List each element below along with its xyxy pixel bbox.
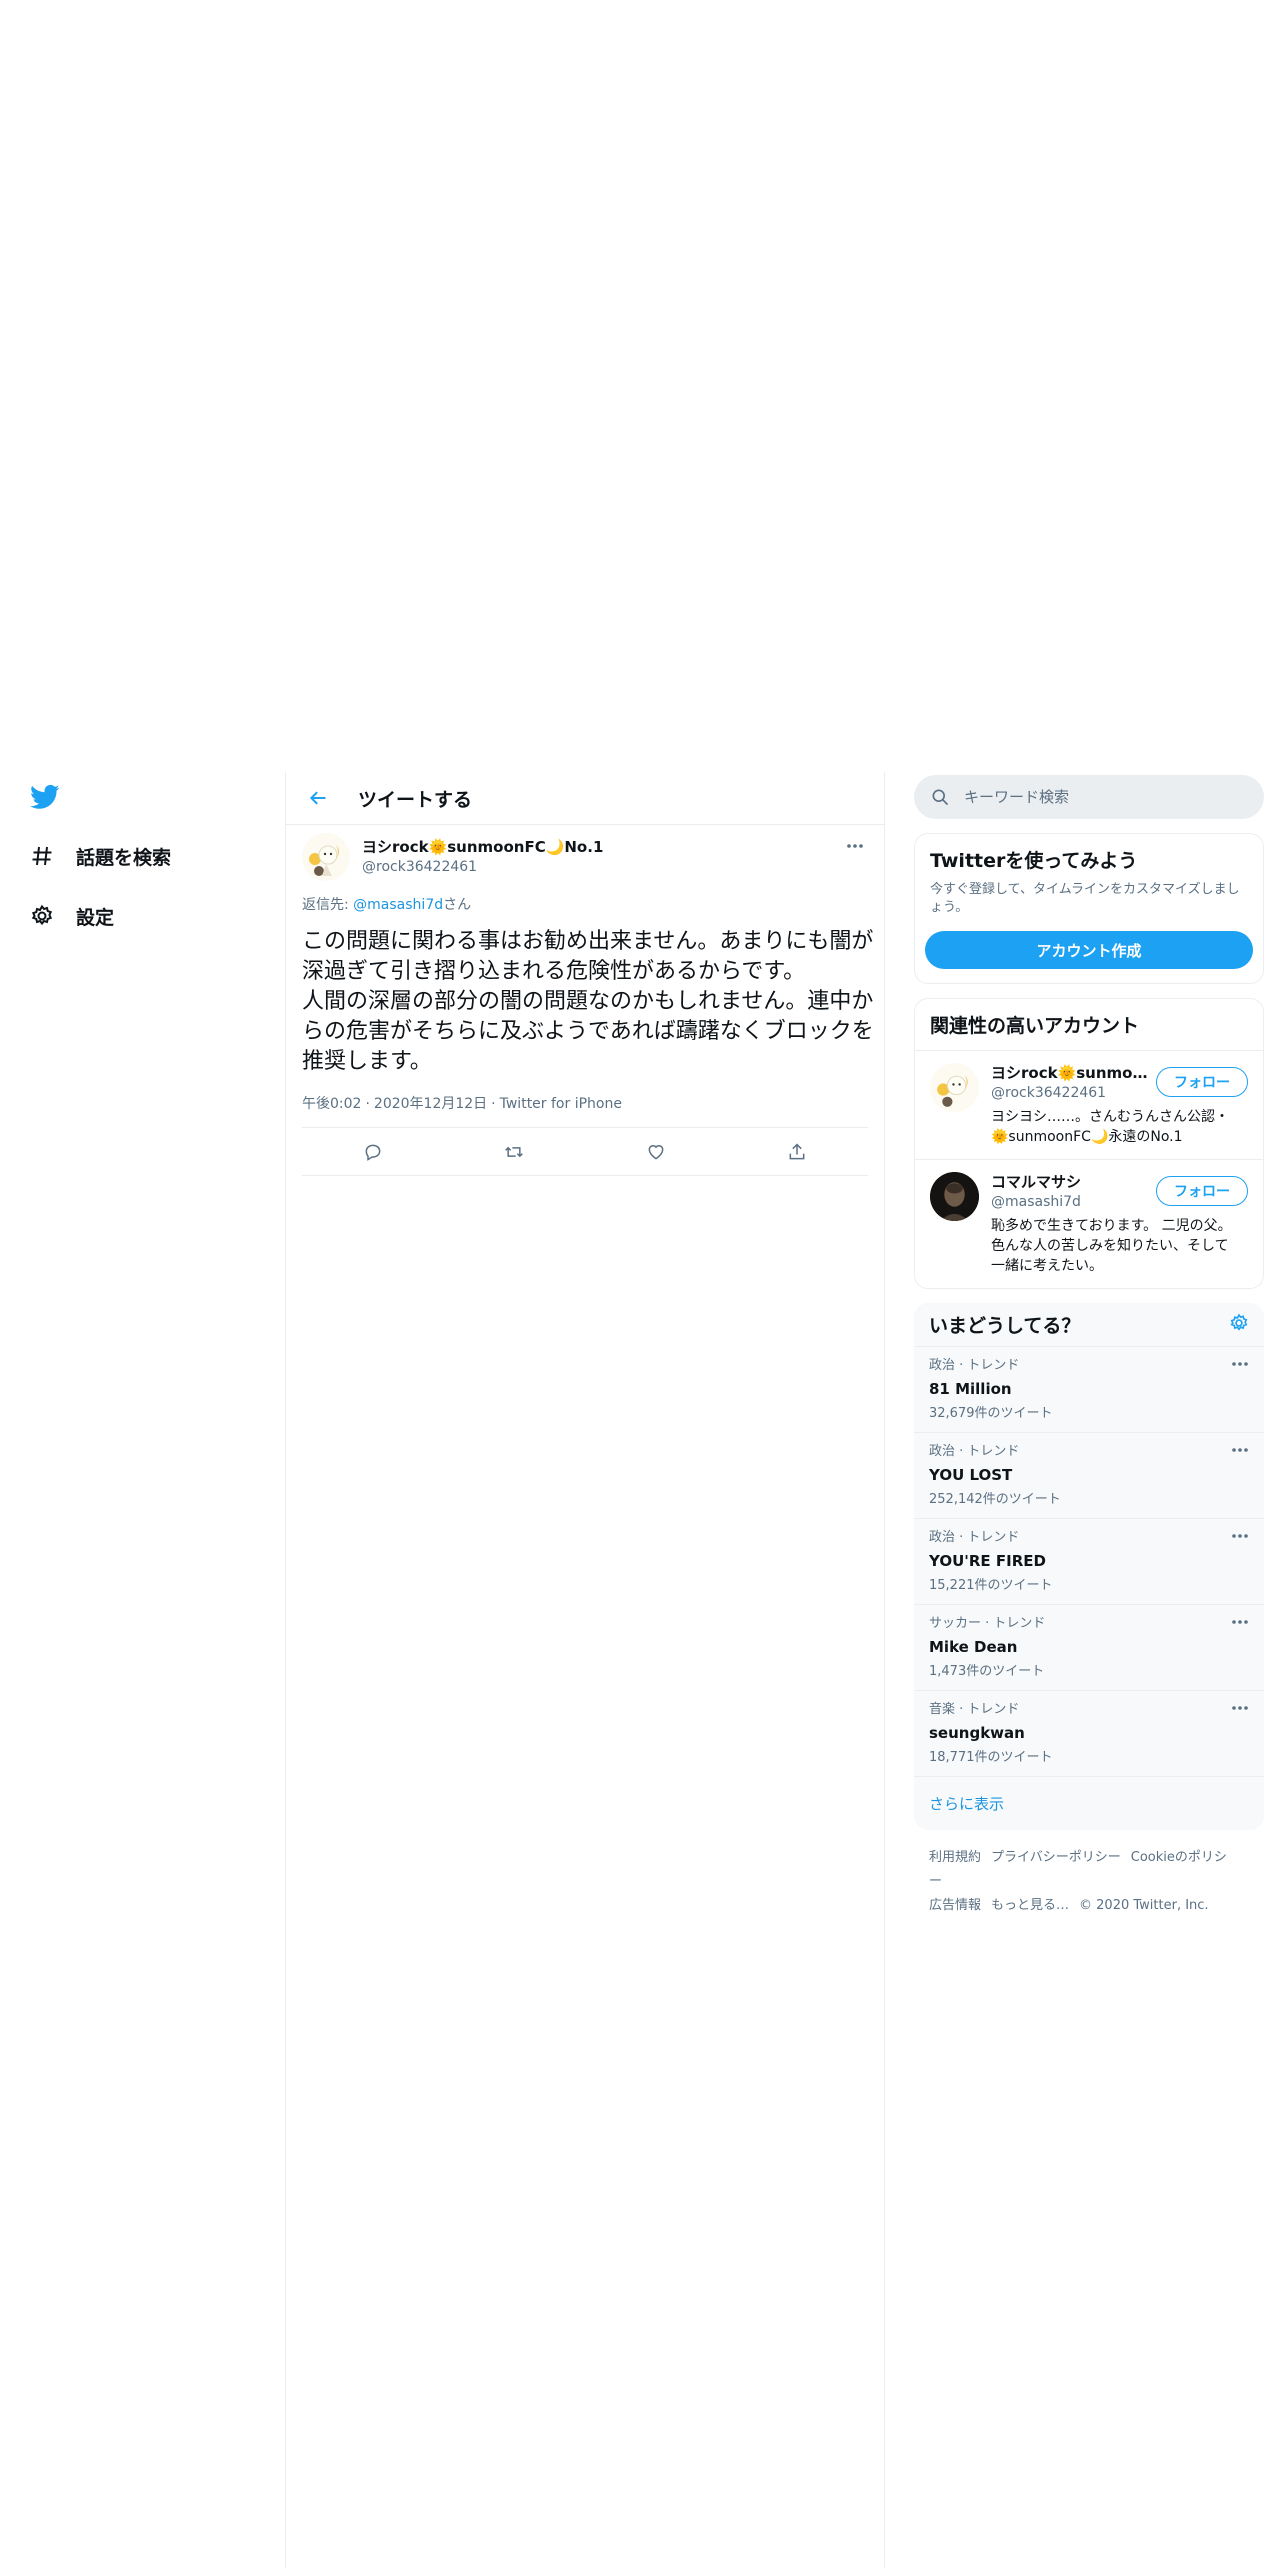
show-more-link[interactable]: さらに表示 <box>914 1777 1264 1830</box>
account-item[interactable]: コマルマサシ @masashi7d 恥多めで生きております。 二児の父。 色んな… <box>915 1159 1263 1288</box>
tweet-detail: ヨシrock🌞sunmoonFC🌙No.1 @rock36422461 返信先:… <box>286 825 884 1176</box>
gear-icon <box>28 902 56 930</box>
like-icon[interactable] <box>638 1134 674 1170</box>
trend-title: YOU'RE FIRED <box>929 1552 1046 1570</box>
signup-card: Twitterを使ってみよう 今すぐ登録して、タイムラインをカスタマイズしましょ… <box>914 833 1264 984</box>
nav-settings[interactable]: 設定 <box>28 896 114 936</box>
follow-button[interactable]: フォロー <box>1156 1176 1248 1206</box>
create-account-button[interactable]: アカウント作成 <box>925 931 1253 969</box>
trend-item[interactable]: サッカー · トレンド Mike Dean 1,473件のツイート <box>914 1605 1264 1691</box>
left-nav: 話題を検索 設定 <box>0 772 285 2568</box>
account-name: ヨシrock🌞sunmoonFC🌙No.1 <box>991 1064 1151 1082</box>
retweet-icon[interactable] <box>496 1134 532 1170</box>
trend-item[interactable]: 政治 · トレンド YOU'RE FIRED 15,221件のツイート <box>914 1519 1264 1605</box>
reply-prefix: 返信先: <box>302 897 354 913</box>
signup-title: Twitterを使ってみよう <box>930 850 1138 872</box>
footer: 利用規約 プライバシーポリシー Cookieのポリシー 広告情報 もっと見る… © 20… <box>914 1830 1264 1934</box>
more-options-icon[interactable] <box>1230 1615 1250 1629</box>
account-item[interactable]: ヨシrock🌞sunmoonFC🌙No.1 @rock36422461 ヨシヨシ… <box>915 1050 1263 1159</box>
gear-icon[interactable] <box>1229 1313 1249 1337</box>
page-title: ツイートする <box>358 788 473 811</box>
signup-description: 今すぐ登録して、タイムラインをカスタマイズしましょう。 <box>930 882 1240 915</box>
account-name: コマルマサシ <box>991 1173 1082 1191</box>
twitter-logo-icon[interactable] <box>28 782 62 812</box>
nav-settings-label: 設定 <box>76 906 115 929</box>
footer-link[interactable]: もっと見る… <box>991 1898 1069 1913</box>
tweet-date[interactable]: 2020年12月12日 <box>374 1096 487 1112</box>
reply-to: 返信先: @masashi7dさん <box>302 895 868 915</box>
avatar[interactable] <box>302 833 350 881</box>
reply-to-link[interactable]: @masashi7d <box>353 897 443 913</box>
author-display-name: ヨシrock🌞sunmoonFC🌙No.1 <box>362 838 604 856</box>
tweet-source[interactable]: Twitter for iPhone <box>500 1096 622 1112</box>
main-column: ツイートする ヨシrock🌞sunmoonFC🌙No.1 @rock364224… <box>285 772 885 2568</box>
avatar[interactable] <box>930 1172 979 1221</box>
trend-item[interactable]: 政治 · トレンド YOU LOST 252,142件のツイート <box>914 1433 1264 1519</box>
trend-category: サッカー · トレンド <box>929 1616 1046 1631</box>
trend-title: seungkwan <box>929 1724 1025 1742</box>
more-options-icon[interactable] <box>1230 1701 1250 1715</box>
footer-link[interactable]: プライバシーポリシー <box>991 1850 1121 1865</box>
trend-count: 32,679件のツイート <box>929 1406 1053 1421</box>
more-options-icon[interactable] <box>1230 1443 1250 1457</box>
trends-card: いまどうしてる？ 政治 · トレンド 81 Million 32,679件のツイ… <box>914 1303 1264 1830</box>
more-options-icon[interactable] <box>1230 1357 1250 1371</box>
tweet-actions <box>302 1128 868 1176</box>
tweet-text: この問題に関わる事はお勧め出来ません。あまりにも闇が深過ぎて引き摺り込まれる危険… <box>302 929 874 1074</box>
trend-title: YOU LOST <box>929 1466 1013 1484</box>
nav-explore-label: 話題を検索 <box>76 846 172 869</box>
reply-icon[interactable] <box>355 1134 391 1170</box>
trend-title: Mike Dean <box>929 1638 1018 1656</box>
trend-item[interactable]: 音楽 · トレンド seungkwan 18,771件のツイート <box>914 1691 1264 1777</box>
copyright: © 2020 Twitter, Inc. <box>1079 1898 1209 1913</box>
nav-explore[interactable]: 話題を検索 <box>28 836 171 876</box>
reply-suffix: さん <box>443 897 472 913</box>
trend-title: 81 Million <box>929 1380 1012 1398</box>
search-bar[interactable] <box>914 775 1264 819</box>
footer-link[interactable]: 利用規約 <box>929 1850 981 1865</box>
author-handle: @rock36422461 <box>362 859 478 875</box>
trend-count: 15,221件のツイート <box>929 1578 1053 1593</box>
search-icon <box>930 787 950 807</box>
trends-title: いまどうしてる？ <box>929 1315 1081 1337</box>
more-options-icon[interactable] <box>842 837 868 855</box>
trend-category: 政治 · トレンド <box>929 1530 1020 1545</box>
trend-count: 18,771件のツイート <box>929 1750 1053 1765</box>
trend-count: 252,142件のツイート <box>929 1492 1061 1507</box>
avatar[interactable] <box>930 1063 979 1112</box>
search-input[interactable] <box>964 788 1234 806</box>
footer-link[interactable]: 広告情報 <box>929 1898 981 1913</box>
trend-category: 政治 · トレンド <box>929 1444 1020 1459</box>
trend-count: 1,473件のツイート <box>929 1664 1045 1679</box>
trend-category: 政治 · トレンド <box>929 1358 1020 1373</box>
follow-button[interactable]: フォロー <box>1156 1067 1248 1097</box>
tweet-time[interactable]: 午後0:02 <box>302 1096 361 1112</box>
account-bio: ヨシヨシ……。さんむうんさん公認・🌞sunmoonFC🌙永遠のNo.1 <box>991 1109 1229 1145</box>
trend-item[interactable]: 政治 · トレンド 81 Million 32,679件のツイート <box>914 1347 1264 1433</box>
page-header: ツイートする <box>286 772 884 825</box>
tweet-author[interactable]: ヨシrock🌞sunmoonFC🌙No.1 @rock36422461 <box>302 825 868 889</box>
trend-category: 音楽 · トレンド <box>929 1702 1020 1717</box>
hashtag-icon <box>28 842 56 870</box>
tweet-meta: 午後0:02 · 2020年12月12日 · Twitter for iPhone <box>302 1093 868 1128</box>
more-options-icon[interactable] <box>1230 1529 1250 1543</box>
account-bio: 恥多めで生きております。 二児の父。 色んな人の苦しみを知りたい、そして一緒に考… <box>991 1218 1232 1274</box>
share-icon[interactable] <box>779 1134 815 1170</box>
related-accounts-card: 関連性の高いアカウント ヨシrock🌞sunmoonFC🌙No.1 @rock3… <box>914 998 1264 1289</box>
related-title: 関連性の高いアカウント <box>930 1015 1140 1037</box>
right-sidebar: Twitterを使ってみよう 今すぐ登録して、タイムラインをカスタマイズしましょ… <box>914 772 1264 1934</box>
back-arrow-icon[interactable] <box>301 781 335 815</box>
